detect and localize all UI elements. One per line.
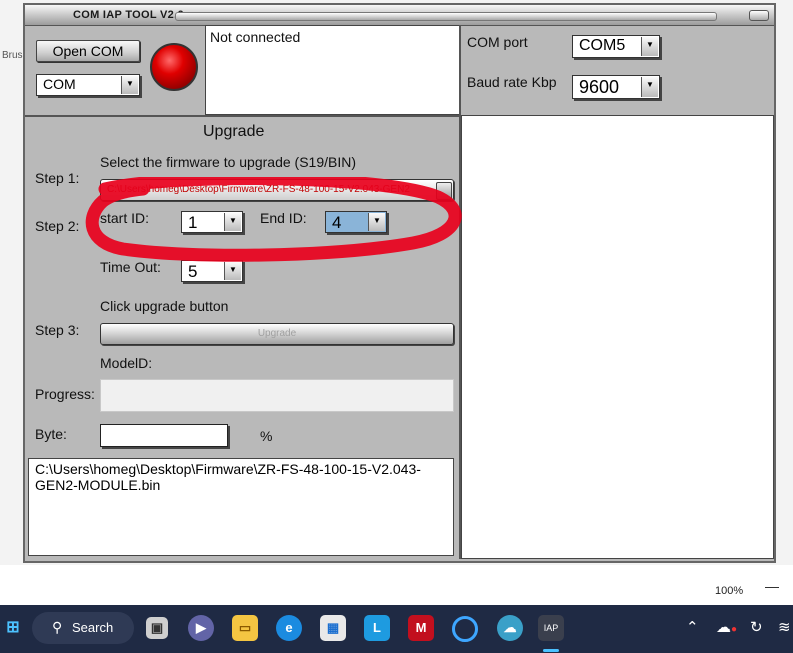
baud-rate-value: 9600 (579, 77, 620, 97)
model-id-label: ModelD: (100, 355, 153, 371)
chevron-down-icon[interactable]: ▼ (641, 77, 658, 97)
network-alert-icon[interactable]: ☁● (716, 618, 737, 636)
com-port-select[interactable]: COM5 ▼ (572, 35, 660, 58)
mcafee-icon[interactable]: M (408, 615, 434, 641)
title-bar[interactable]: COM IAP TOOL V2.6 (25, 5, 774, 26)
status-box: Not connected (205, 25, 461, 115)
com-select-value: COM (43, 76, 76, 92)
log-text: C:\Users\homeg\Desktop\Firmware\ZR-FS-48… (35, 461, 421, 493)
right-output-panel (461, 115, 774, 559)
windows-taskbar: ⊞ ⚲ Search ▣ ▶ ▭ e ▦ L M ☁ IAP ⌃ ☁● ↻ ≋ (0, 605, 793, 653)
open-com-button[interactable]: Open COM (36, 40, 140, 62)
zoom-out-button[interactable]: — (765, 578, 779, 594)
byte-label: Byte: (35, 426, 67, 442)
baud-rate-select[interactable]: 9600 ▼ (572, 75, 660, 99)
upgrade-heading: Upgrade (203, 123, 265, 140)
step1-instruction: Select the firmware to upgrade (S19/BIN) (100, 154, 357, 170)
chevron-up-icon[interactable]: ⌃ (686, 618, 699, 636)
cortana-icon[interactable] (452, 616, 478, 642)
task-view-icon[interactable]: ▣ (146, 617, 168, 639)
weather-icon[interactable]: ☁ (497, 615, 523, 641)
com-port-label: COM port (467, 34, 528, 50)
upgrade-button[interactable]: Upgrade (100, 323, 454, 345)
step1-label: Step 1: (35, 170, 80, 186)
refresh-icon[interactable]: ↻ (750, 618, 763, 636)
zoom-level: 100% (715, 585, 744, 597)
percent-sign: % (260, 428, 273, 444)
windows-start-icon[interactable]: ⊞ (0, 615, 26, 641)
step3-instruction: Click upgrade button (100, 298, 229, 314)
l-app-icon[interactable]: L (364, 615, 390, 641)
chevron-down-icon[interactable]: ▼ (121, 76, 138, 94)
file-explorer-icon[interactable]: ▭ (232, 615, 258, 641)
com-iap-tool-icon[interactable]: IAP (538, 615, 564, 641)
title-bar-decoration (175, 12, 717, 21)
taskbar-search[interactable]: ⚲ Search (32, 612, 134, 644)
window-title: COM IAP TOOL V2.6 (73, 9, 184, 21)
connection-status-text: Not connected (210, 29, 301, 45)
baud-rate-label: Baud rate Kbp (467, 74, 557, 90)
teams-icon[interactable]: ▶ (188, 615, 214, 641)
search-label: Search (72, 620, 114, 635)
progress-bar (100, 379, 454, 412)
browser-status-area (0, 565, 793, 605)
step2-label: Step 2: (35, 218, 80, 234)
store-icon[interactable]: ▦ (320, 615, 346, 641)
wifi-icon[interactable]: ≋ (778, 618, 791, 636)
search-icon: ⚲ (52, 619, 63, 635)
minimize-button[interactable] (749, 10, 769, 21)
red-annotation-ellipse (85, 177, 462, 262)
byte-field (100, 424, 228, 447)
com-select[interactable]: COM ▼ (36, 74, 140, 96)
step3-label: Step 3: (35, 322, 80, 338)
log-box[interactable]: C:\Users\homeg\Desktop\Firmware\ZR-FS-48… (28, 458, 454, 556)
connection-status-led-icon (150, 43, 198, 91)
background-partial-text: Brus (2, 50, 23, 61)
com-port-value: COM5 (579, 37, 626, 54)
progress-label: Progress: (35, 386, 95, 402)
com-iap-tool-window: COM IAP TOOL V2.6 Open COM COM ▼ Not con… (23, 3, 776, 563)
edge-icon[interactable]: e (276, 615, 302, 641)
chevron-down-icon[interactable]: ▼ (641, 37, 658, 56)
active-app-indicator (543, 649, 559, 652)
